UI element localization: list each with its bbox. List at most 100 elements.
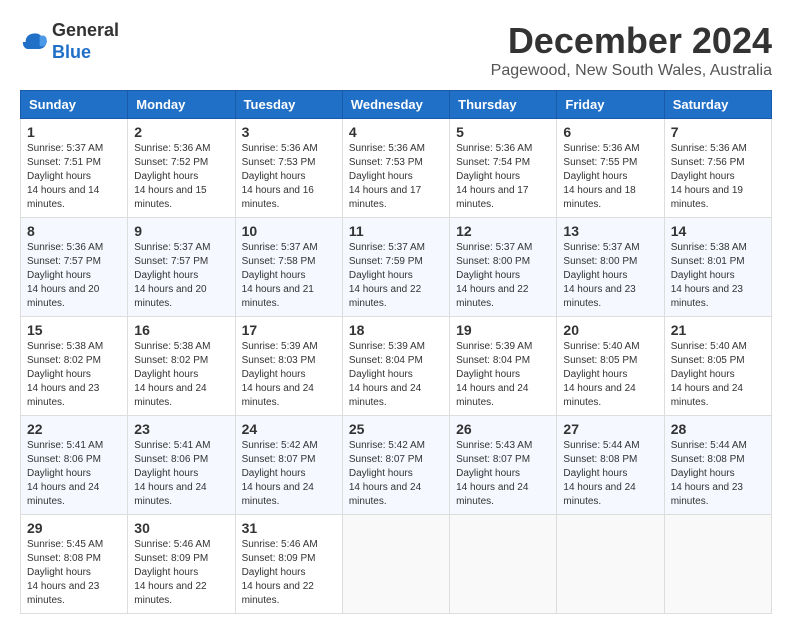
table-row: 15 Sunrise: 5:38 AM Sunset: 8:02 PM Dayl… (21, 317, 772, 416)
calendar-title: December 2024 (491, 20, 772, 62)
table-cell: 22 Sunrise: 5:41 AM Sunset: 8:06 PM Dayl… (21, 416, 128, 515)
col-saturday: Saturday (664, 91, 771, 119)
table-cell: 11 Sunrise: 5:37 AM Sunset: 7:59 PM Dayl… (342, 218, 449, 317)
day-info: Sunrise: 5:37 AM Sunset: 7:51 PM Dayligh… (27, 142, 121, 212)
table-cell: 8 Sunrise: 5:36 AM Sunset: 7:57 PM Dayli… (21, 218, 128, 317)
day-number: 21 (671, 322, 765, 338)
day-number: 16 (134, 322, 228, 338)
day-info: Sunrise: 5:36 AM Sunset: 7:57 PM Dayligh… (27, 241, 121, 311)
day-info: Sunrise: 5:37 AM Sunset: 8:00 PM Dayligh… (456, 241, 550, 311)
day-info: Sunrise: 5:36 AM Sunset: 7:53 PM Dayligh… (349, 142, 443, 212)
day-number: 15 (27, 322, 121, 338)
day-info: Sunrise: 5:38 AM Sunset: 8:02 PM Dayligh… (134, 340, 228, 410)
table-cell: 13 Sunrise: 5:37 AM Sunset: 8:00 PM Dayl… (557, 218, 664, 317)
day-number: 18 (349, 322, 443, 338)
day-number: 4 (349, 124, 443, 140)
day-number: 6 (563, 124, 657, 140)
table-row: 22 Sunrise: 5:41 AM Sunset: 8:06 PM Dayl… (21, 416, 772, 515)
day-info: Sunrise: 5:45 AM Sunset: 8:08 PM Dayligh… (27, 538, 121, 608)
calendar-subtitle: Pagewood, New South Wales, Australia (491, 62, 772, 80)
day-number: 23 (134, 421, 228, 437)
table-cell: 2 Sunrise: 5:36 AM Sunset: 7:52 PM Dayli… (128, 119, 235, 218)
day-number: 25 (349, 421, 443, 437)
day-info: Sunrise: 5:44 AM Sunset: 8:08 PM Dayligh… (563, 439, 657, 509)
day-info: Sunrise: 5:36 AM Sunset: 7:54 PM Dayligh… (456, 142, 550, 212)
day-number: 26 (456, 421, 550, 437)
day-info: Sunrise: 5:36 AM Sunset: 7:52 PM Dayligh… (134, 142, 228, 212)
day-number: 7 (671, 124, 765, 140)
day-info: Sunrise: 5:37 AM Sunset: 7:57 PM Dayligh… (134, 241, 228, 311)
table-cell: 1 Sunrise: 5:37 AM Sunset: 7:51 PM Dayli… (21, 119, 128, 218)
calendar-table: Sunday Monday Tuesday Wednesday Thursday… (20, 90, 772, 614)
table-cell: 12 Sunrise: 5:37 AM Sunset: 8:00 PM Dayl… (450, 218, 557, 317)
day-info: Sunrise: 5:42 AM Sunset: 8:07 PM Dayligh… (242, 439, 336, 509)
table-cell: 9 Sunrise: 5:37 AM Sunset: 7:57 PM Dayli… (128, 218, 235, 317)
day-info: Sunrise: 5:38 AM Sunset: 8:02 PM Dayligh… (27, 340, 121, 410)
page-header: General Blue December 2024 Pagewood, New… (20, 20, 772, 80)
table-cell: 10 Sunrise: 5:37 AM Sunset: 7:58 PM Dayl… (235, 218, 342, 317)
day-info: Sunrise: 5:41 AM Sunset: 8:06 PM Dayligh… (134, 439, 228, 509)
logo-text: General Blue (52, 20, 119, 63)
day-number: 24 (242, 421, 336, 437)
day-number: 12 (456, 223, 550, 239)
day-number: 17 (242, 322, 336, 338)
title-section: December 2024 Pagewood, New South Wales,… (491, 20, 772, 80)
table-cell: 29 Sunrise: 5:45 AM Sunset: 8:08 PM Dayl… (21, 515, 128, 614)
day-number: 29 (27, 520, 121, 536)
table-cell: 25 Sunrise: 5:42 AM Sunset: 8:07 PM Dayl… (342, 416, 449, 515)
day-number: 9 (134, 223, 228, 239)
table-cell: 15 Sunrise: 5:38 AM Sunset: 8:02 PM Dayl… (21, 317, 128, 416)
col-friday: Friday (557, 91, 664, 119)
day-info: Sunrise: 5:37 AM Sunset: 7:58 PM Dayligh… (242, 241, 336, 311)
table-cell: 16 Sunrise: 5:38 AM Sunset: 8:02 PM Dayl… (128, 317, 235, 416)
day-number: 13 (563, 223, 657, 239)
table-cell: 5 Sunrise: 5:36 AM Sunset: 7:54 PM Dayli… (450, 119, 557, 218)
table-cell: 30 Sunrise: 5:46 AM Sunset: 8:09 PM Dayl… (128, 515, 235, 614)
table-cell (557, 515, 664, 614)
table-cell: 7 Sunrise: 5:36 AM Sunset: 7:56 PM Dayli… (664, 119, 771, 218)
day-number: 1 (27, 124, 121, 140)
day-number: 8 (27, 223, 121, 239)
table-cell: 26 Sunrise: 5:43 AM Sunset: 8:07 PM Dayl… (450, 416, 557, 515)
col-monday: Monday (128, 91, 235, 119)
day-number: 19 (456, 322, 550, 338)
table-cell (342, 515, 449, 614)
logo-icon (20, 28, 48, 56)
table-cell: 24 Sunrise: 5:42 AM Sunset: 8:07 PM Dayl… (235, 416, 342, 515)
day-info: Sunrise: 5:46 AM Sunset: 8:09 PM Dayligh… (242, 538, 336, 608)
day-number: 27 (563, 421, 657, 437)
day-info: Sunrise: 5:39 AM Sunset: 8:03 PM Dayligh… (242, 340, 336, 410)
table-cell: 18 Sunrise: 5:39 AM Sunset: 8:04 PM Dayl… (342, 317, 449, 416)
table-cell: 28 Sunrise: 5:44 AM Sunset: 8:08 PM Dayl… (664, 416, 771, 515)
day-info: Sunrise: 5:36 AM Sunset: 7:56 PM Dayligh… (671, 142, 765, 212)
day-info: Sunrise: 5:44 AM Sunset: 8:08 PM Dayligh… (671, 439, 765, 509)
day-info: Sunrise: 5:40 AM Sunset: 8:05 PM Dayligh… (671, 340, 765, 410)
day-number: 31 (242, 520, 336, 536)
day-number: 14 (671, 223, 765, 239)
table-cell: 3 Sunrise: 5:36 AM Sunset: 7:53 PM Dayli… (235, 119, 342, 218)
logo: General Blue (20, 20, 119, 63)
day-info: Sunrise: 5:36 AM Sunset: 7:53 PM Dayligh… (242, 142, 336, 212)
day-info: Sunrise: 5:43 AM Sunset: 8:07 PM Dayligh… (456, 439, 550, 509)
day-number: 22 (27, 421, 121, 437)
day-info: Sunrise: 5:38 AM Sunset: 8:01 PM Dayligh… (671, 241, 765, 311)
table-cell: 21 Sunrise: 5:40 AM Sunset: 8:05 PM Dayl… (664, 317, 771, 416)
table-cell: 6 Sunrise: 5:36 AM Sunset: 7:55 PM Dayli… (557, 119, 664, 218)
day-info: Sunrise: 5:40 AM Sunset: 8:05 PM Dayligh… (563, 340, 657, 410)
col-wednesday: Wednesday (342, 91, 449, 119)
day-number: 11 (349, 223, 443, 239)
day-info: Sunrise: 5:42 AM Sunset: 8:07 PM Dayligh… (349, 439, 443, 509)
table-cell: 19 Sunrise: 5:39 AM Sunset: 8:04 PM Dayl… (450, 317, 557, 416)
col-thursday: Thursday (450, 91, 557, 119)
table-cell: 27 Sunrise: 5:44 AM Sunset: 8:08 PM Dayl… (557, 416, 664, 515)
table-cell: 14 Sunrise: 5:38 AM Sunset: 8:01 PM Dayl… (664, 218, 771, 317)
day-number: 5 (456, 124, 550, 140)
day-number: 2 (134, 124, 228, 140)
table-cell: 17 Sunrise: 5:39 AM Sunset: 8:03 PM Dayl… (235, 317, 342, 416)
day-info: Sunrise: 5:39 AM Sunset: 8:04 PM Dayligh… (349, 340, 443, 410)
day-info: Sunrise: 5:36 AM Sunset: 7:55 PM Dayligh… (563, 142, 657, 212)
day-info: Sunrise: 5:37 AM Sunset: 8:00 PM Dayligh… (563, 241, 657, 311)
col-sunday: Sunday (21, 91, 128, 119)
col-tuesday: Tuesday (235, 91, 342, 119)
day-number: 30 (134, 520, 228, 536)
